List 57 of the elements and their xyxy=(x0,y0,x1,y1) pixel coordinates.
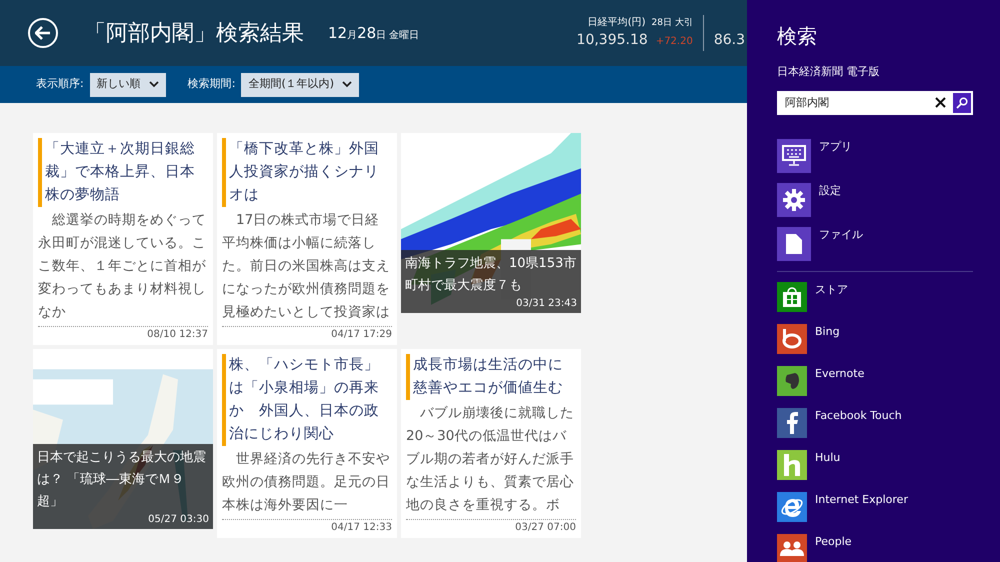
app-item[interactable]: Hulu xyxy=(777,450,973,480)
header-date: 12月 28日 金曜日 xyxy=(328,23,420,44)
index-value: 86.3 xyxy=(714,31,745,50)
index-note: 28日 大引 xyxy=(652,16,693,30)
app-item[interactable]: People xyxy=(777,534,973,562)
news-card[interactable]: 「橋下改革と株」外国人投資家が描くシナリオは 17日の株式市場で日経平均株価は小幅に続落した。前日の米国株高は支えになったが欧州債務問題を見極めたいとして投資家は 04/17 17:29 xyxy=(217,133,397,345)
article-snippet: 世界経済の先行き不安や欧州の債務問題。足元の日本株は海外要因に一 xyxy=(222,450,391,515)
page-title: 「阿部内閣」検索結果 xyxy=(84,20,304,48)
news-card[interactable]: 「大連立＋次期日銀総裁」で本格上昇、日本株の夢物語 総選挙の時期をめぐって永田町が混迷している。ここ数年、１年ごとに首相が変わってもあまり材料視しなか 08/10 12:37 xyxy=(33,133,213,345)
photo-caption: 日本で起こりうる最大の地震は？ 「琉球―東海でＭ９超」 xyxy=(37,449,207,511)
filter-dropdown[interactable]: 全期間(１年以内) xyxy=(241,72,360,96)
index-name: 日経平均(円) xyxy=(588,16,646,30)
article-time: 04/17 12:33 xyxy=(331,521,392,535)
keyboard-icon xyxy=(777,138,811,172)
article-snippet: 総選挙の時期をめぐって永田町が混迷している。ここ数年、１年ごとに首相が変わってもあまり材料視しなか xyxy=(38,211,207,322)
article-time: 03/27 07:00 xyxy=(515,521,576,535)
article-title: 成長市場は生活の中に慈善やエコが価値生む xyxy=(413,356,564,398)
index-value: 10,395.18 xyxy=(576,31,648,50)
chevron-down-icon xyxy=(342,81,352,88)
article-snippet: 17日の株式市場で日経平均株価は小幅に続落した。前日の米国株高は支えになったが欧州債務問題を見極めたいとして投資家は xyxy=(222,211,391,322)
gear-icon xyxy=(777,182,811,216)
app-item[interactable]: ストア xyxy=(777,282,973,312)
clear-button[interactable] xyxy=(930,90,951,114)
news-card[interactable]: 成長市場は生活の中に慈善やエコが価値生む バブル崩壊後に就職した20～30代の低温世代はバブル期の若者が好んだ派手な生活よりも、質素で居心地の良さを重視する。ボ 03/27 07:00 xyxy=(401,349,581,538)
app-item[interactable]: Evernote xyxy=(777,366,973,396)
search-button[interactable] xyxy=(951,90,973,114)
news-photo-card[interactable]: 日本で起こりうる最大の地震は？ 「琉球―東海でＭ９超」 05/27 03:30 xyxy=(33,349,213,529)
filter-dropdown[interactable]: 新しい順 xyxy=(90,72,166,96)
article-snippet: バブル崩壊後に就職した20～30代の低温世代はバブル期の若者が好んだ派手な生活よりも、質素で居心地の良さを重視する。ボ xyxy=(406,404,575,515)
news-photo-card[interactable]: 南海トラフ地震、10県153市町村で最大震度７も 03/31 23:43 xyxy=(401,133,581,313)
article-time: 04/17 17:29 xyxy=(331,328,392,342)
article-title: 「大連立＋次期日銀総裁」で本格上昇、日本株の夢物語 xyxy=(45,140,196,205)
filter-label: 検索期間: xyxy=(188,76,236,92)
article-title: 株、「ハシモト市長」は「小泉相場」の再来か 外国人、日本の政治にじわり関心 xyxy=(229,356,380,444)
article-time: 08/10 12:37 xyxy=(147,328,208,342)
article-title: 「橋下改革と株」外国人投資家が描くシナリオは xyxy=(229,140,380,205)
search-scope-item[interactable]: ファイル xyxy=(777,226,973,260)
article-time: 05/27 03:30 xyxy=(148,513,209,527)
close-icon xyxy=(935,97,946,108)
index-change: +72.20 xyxy=(656,35,693,50)
arrow-left-icon xyxy=(35,26,51,40)
article-time: 03/31 23:43 xyxy=(516,297,577,311)
search-scope-item[interactable]: 設定 xyxy=(777,182,973,216)
chevron-down-icon xyxy=(148,81,159,88)
filter-label: 表示順序: xyxy=(36,76,84,92)
file-icon xyxy=(777,226,811,260)
app-item[interactable]: Internet Explorer xyxy=(777,492,973,522)
search-icon xyxy=(956,96,968,108)
back-button[interactable] xyxy=(28,18,58,48)
pane-title: 検索 xyxy=(777,23,818,50)
app-item[interactable]: Bing xyxy=(777,324,973,354)
search-field[interactable]: 阿部内閣 xyxy=(777,90,930,114)
photo-caption: 南海トラフ地震、10県153市町村で最大震度７も xyxy=(405,255,577,295)
search-scope-item[interactable]: アプリ xyxy=(777,138,973,172)
app-name: 日本経済新聞 電子版 xyxy=(777,64,880,80)
app-item[interactable]: Facebook Touch xyxy=(777,408,973,438)
news-card[interactable]: 株、「ハシモト市長」は「小泉相場」の再来か 外国人、日本の政治にじわり関心 世界経済の先行き不安や欧州の債務問題。足元の日本株は海外要因に一 04/17 12:33 xyxy=(217,349,397,538)
